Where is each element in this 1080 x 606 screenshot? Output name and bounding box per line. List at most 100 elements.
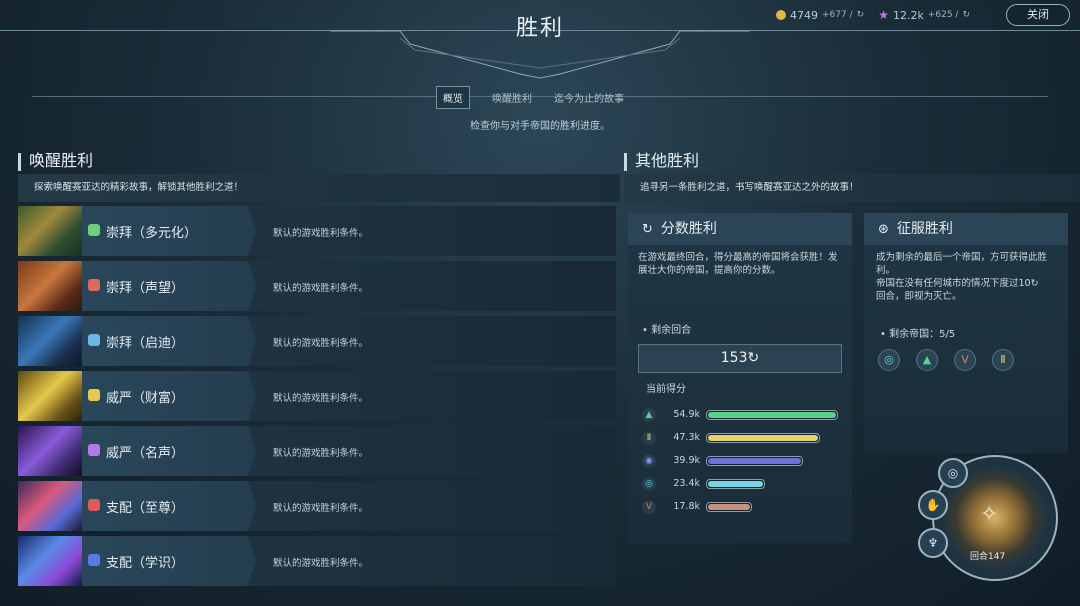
victory-row-label: 威严（名声） <box>106 446 185 461</box>
resource-bar: 4749 +677 / ↻ ★ 12.2k +625 / ↻ <box>776 8 970 22</box>
score-row: V 17.8k <box>642 495 842 518</box>
gold-rate: +677 / <box>822 10 853 20</box>
victory-row-condition: 默认的游戏胜利条件。 <box>273 558 369 569</box>
score-bar <box>706 409 838 420</box>
horns-icon: V <box>642 499 656 514</box>
remaining-turns-value: 153 <box>720 350 748 366</box>
turn-icon: ↻ <box>856 10 865 20</box>
victory-row[interactable]: 崇拜（多元化） 默认的游戏胜利条件。 <box>18 206 616 256</box>
awakening-heading-text: 唤醒胜利 <box>29 151 94 170</box>
blue-emblem-icon: ◉ <box>642 453 656 468</box>
conquest-text-line3: 回合，即视为灭亡。 <box>876 291 962 302</box>
remaining-empires-text: 剩余帝国：5/5 <box>889 329 956 340</box>
teal-orb-icon: ◎ <box>642 476 656 491</box>
gear-icon <box>88 279 100 291</box>
tab-awakening-victory[interactable]: 唤醒胜利 <box>492 90 532 105</box>
page-subtitle: 检查你与对手帝国的胜利进度。 <box>470 121 610 132</box>
score-value: 47.3k <box>673 432 700 443</box>
awakening-heading: 唤醒胜利 <box>18 147 93 171</box>
score-list: ▲ 54.9k Ⅱ 47.3k ◉ 39.9k ◎ 23.4k V 17.8k <box>642 403 842 518</box>
score-row: ▲ 54.9k <box>642 403 842 426</box>
green-spire-icon: ▲ <box>642 407 656 422</box>
victory-row[interactable]: 威严（名声） 默认的游戏胜利条件。 <box>18 426 616 476</box>
conquest-victory-header: ⊛ 征服胜利 <box>864 213 1068 245</box>
remaining-turns-text: 剩余回合 <box>651 325 692 336</box>
horns-icon: V <box>954 349 976 371</box>
turn-icon: ↻ <box>962 10 970 20</box>
conquest-text-line2: 帝国在没有任何城市的情况下度过10 <box>876 278 1031 289</box>
other-heading-text: 其他胜利 <box>635 151 700 170</box>
swirl-icon <box>88 334 100 346</box>
score-bar-fill <box>708 434 818 441</box>
score-value: 39.9k <box>673 455 700 466</box>
score-victory-panel: ↻ 分数胜利 在游戏最终回合，得分最高的帝国将会获胜！发展壮大你的帝国，提高你的分… <box>628 213 852 543</box>
victory-row[interactable]: 崇拜（启迪） 默认的游戏胜利条件。 <box>18 316 616 366</box>
tab-bar: 概览 唤醒胜利 迄今为止的故事 <box>436 86 624 109</box>
score-bar-fill <box>708 411 836 418</box>
turn-icon: ↻ <box>747 350 760 366</box>
victory-row-condition: 默认的游戏胜利条件。 <box>273 448 369 459</box>
victory-row-condition: 默认的游戏胜利条件。 <box>273 338 369 349</box>
awakening-description: 探索唤醒赛亚达的精彩故事，解锁其他胜利之道！ <box>18 174 620 202</box>
score-bar-fill <box>708 503 750 510</box>
score-row: ◎ 23.4k <box>642 472 842 495</box>
handshake-icon: ♆ <box>927 536 939 550</box>
globe-icon: ⊛ <box>878 222 889 237</box>
coins-icon <box>88 389 100 401</box>
score-bar-fill <box>708 480 763 487</box>
score-row: Ⅱ 47.3k <box>642 426 842 449</box>
notification-button-top[interactable]: ◎ <box>938 458 968 488</box>
heading-marker <box>18 152 21 171</box>
tab-overview[interactable]: 概览 <box>436 86 470 109</box>
gold-icon <box>776 10 787 20</box>
victory-row[interactable]: 崇拜（声望） 默认的游戏胜利条件。 <box>18 261 616 311</box>
score-victory-title: 分数胜利 <box>660 221 717 237</box>
orbs-icon <box>88 499 100 511</box>
influence-star-icon: ★ <box>878 8 889 22</box>
conquest-victory-text: 成为剩余的最后一个帝国，方可获得此胜利。 帝国在没有任何城市的情况下度过10↻ … <box>876 251 1058 303</box>
victory-thumbnail <box>18 206 82 256</box>
teal-orb-icon: ◎ <box>878 349 900 371</box>
victory-row-label: 支配（至尊） <box>106 501 185 516</box>
end-turn-icon: ✧ <box>980 502 999 527</box>
victory-thumbnail <box>18 371 82 421</box>
heading-marker <box>624 152 627 171</box>
person-icon <box>88 224 100 236</box>
victory-row-label: 崇拜（声望） <box>106 281 185 296</box>
victory-row[interactable]: 威严（财富） 默认的游戏胜利条件。 <box>18 371 616 421</box>
victory-thumbnail <box>18 536 82 586</box>
gold-value: 4749 <box>790 8 819 22</box>
turn-counter: 回合147 <box>970 552 1006 562</box>
victory-row-label: 崇拜（启迪） <box>106 336 185 351</box>
remaining-turns-box: 153↻ <box>638 344 842 373</box>
conquest-text-line1: 成为剩余的最后一个帝国，方可获得此胜利。 <box>876 252 1048 276</box>
hand-icon: ✋ <box>925 498 941 512</box>
gold-resource: 4749 +677 / ↻ <box>776 9 864 22</box>
victory-row-label: 支配（学识） <box>106 556 185 571</box>
gold-pillar-icon: Ⅱ <box>642 430 656 445</box>
close-label: 关闭 <box>1027 8 1049 21</box>
score-bar <box>706 478 765 489</box>
victory-row-condition: 默认的游戏胜利条件。 <box>273 228 369 239</box>
score-victory-text: 在游戏最终回合，得分最高的帝国将会获胜！发展壮大你的帝国，提高你的分数。 <box>638 252 838 276</box>
score-victory-header: ↻ 分数胜利 <box>628 213 852 245</box>
notification-button-bottom[interactable]: ♆ <box>918 528 948 558</box>
score-bar <box>706 455 803 466</box>
influence-resource: ★ 12.2k +625 / ↻ <box>878 8 970 22</box>
close-button[interactable]: 关闭 <box>1006 4 1070 26</box>
conquest-victory-panel: ⊛ 征服胜利 成为剩余的最后一个帝国，方可获得此胜利。 帝国在没有任何城市的情况下… <box>864 213 1068 453</box>
influence-rate: +625 / <box>927 10 959 20</box>
victory-thumbnail <box>18 426 82 476</box>
score-value: 23.4k <box>673 478 700 489</box>
victory-row[interactable]: 支配（至尊） 默认的游戏胜利条件。 <box>18 481 616 531</box>
victory-thumbnail <box>18 316 82 366</box>
victory-row[interactable]: 支配（学识） 默认的游戏胜利条件。 <box>18 536 616 586</box>
turn-icon: ↻ <box>1030 278 1039 289</box>
notification-button-middle[interactable]: ✋ <box>918 490 948 520</box>
victory-thumbnail <box>18 481 82 531</box>
other-description: 追寻另一条胜利之道，书写唤醒赛亚达之外的故事！ <box>624 174 1080 202</box>
tab-story-so-far[interactable]: 迄今为止的故事 <box>554 90 624 105</box>
score-value: 17.8k <box>673 501 700 512</box>
score-value: 54.9k <box>673 409 700 420</box>
remaining-turns-label: • 剩余回合 <box>642 325 692 336</box>
